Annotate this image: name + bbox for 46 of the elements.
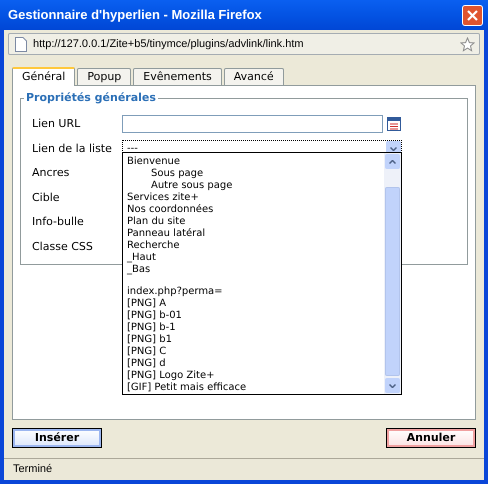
list-option[interactable]: [PNG] Logo Zite+ bbox=[127, 370, 384, 382]
url-input[interactable] bbox=[122, 115, 383, 134]
tab[interactable]: Popup bbox=[77, 68, 132, 85]
cancel-button[interactable]: Annuler bbox=[386, 428, 476, 448]
list-option[interactable]: [PNG] C bbox=[127, 346, 384, 358]
list-option[interactable]: Nos coordonnées bbox=[127, 204, 384, 216]
list-option[interactable]: Recherche bbox=[127, 240, 384, 252]
list-option[interactable]: [PNG] A bbox=[127, 298, 384, 310]
star-icon[interactable] bbox=[460, 36, 475, 52]
field-label: Cible bbox=[32, 190, 61, 206]
list-option[interactable]: [PNG] b-01 bbox=[127, 310, 384, 322]
page-icon bbox=[15, 36, 27, 52]
scrollbar[interactable] bbox=[384, 153, 401, 394]
url-text: http://127.0.0.1/Zite+b5/tinymce/plugins/advlink/link.htm bbox=[33, 36, 305, 52]
list-option[interactable]: _Haut bbox=[127, 252, 384, 264]
field-label: Classe CSS bbox=[32, 238, 94, 254]
insert-button[interactable]: Insérer bbox=[12, 428, 102, 448]
field-label: Lien URL bbox=[32, 116, 82, 132]
status-text: Terminé bbox=[13, 462, 52, 478]
field-label: Lien de la liste bbox=[32, 140, 113, 156]
fieldset-legend: Propriétés générales bbox=[24, 91, 158, 105]
field-label: Info-bulle bbox=[32, 214, 85, 230]
tab[interactable]: Général bbox=[12, 67, 76, 86]
list-option[interactable]: [PNG] b-1 bbox=[127, 322, 384, 334]
list-option[interactable]: index.php?perma= bbox=[127, 286, 384, 298]
list-option[interactable]: Bienvenue bbox=[127, 156, 384, 168]
list-option[interactable]: [PNG] b1 bbox=[127, 334, 384, 346]
list-option[interactable]: Sous page bbox=[127, 168, 384, 180]
browse-list-icon[interactable] bbox=[387, 117, 401, 132]
tab[interactable]: Avancé bbox=[224, 68, 284, 85]
scroll-down-button[interactable] bbox=[385, 378, 400, 393]
list-option[interactable]: Autre sous page bbox=[127, 180, 384, 192]
window-title: Gestionnaire d'hyperlien - Mozilla Firefox bbox=[8, 6, 262, 24]
list-option[interactable]: Services zite+ bbox=[127, 192, 384, 204]
list-option[interactable]: _Bas bbox=[127, 264, 384, 276]
close-icon bbox=[467, 10, 478, 20]
scroll-thumb[interactable] bbox=[385, 187, 400, 376]
tab[interactable]: Evênements bbox=[133, 68, 222, 85]
list-option[interactable]: Panneau latéral bbox=[127, 228, 384, 240]
scroll-up-button[interactable] bbox=[385, 154, 400, 169]
close-button[interactable] bbox=[462, 4, 483, 26]
list-option[interactable]: [PNG] d bbox=[127, 358, 384, 370]
field-label: Ancres bbox=[32, 165, 70, 181]
address-bar[interactable]: http://127.0.0.1/Zite+b5/tinymce/plugins/advlink/link.htm bbox=[8, 33, 480, 55]
list-option[interactable]: Plan du site bbox=[127, 216, 384, 228]
list-option[interactable]: [GIF] Petit mais efficace bbox=[127, 382, 384, 394]
